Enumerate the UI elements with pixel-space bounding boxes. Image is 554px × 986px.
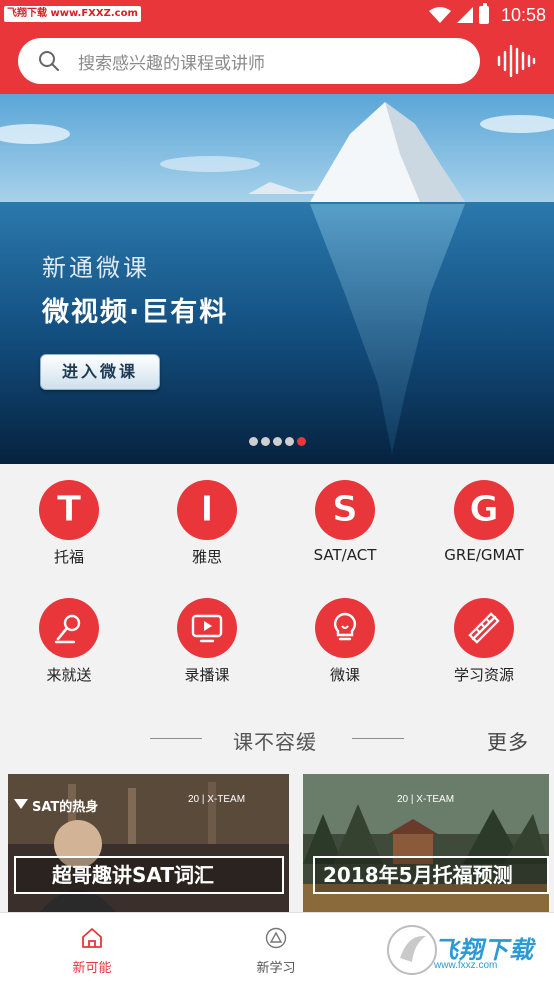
category-microcourse[interactable]: 微课: [285, 582, 405, 684]
gre-icon: G: [454, 480, 514, 540]
nav-label: 新可能: [72, 961, 112, 976]
category-gre-gmat[interactable]: G GRE/GMAT: [424, 464, 544, 564]
banner-title: 微视频·巨有料: [42, 297, 229, 328]
site-badge: 飞翔下载 www.FXXZ.com: [4, 6, 141, 22]
lightbulb-icon: [333, 612, 357, 641]
category-recorded[interactable]: 录播课: [147, 582, 267, 684]
course-card[interactable]: SAT的热身 20 | X-TEAM 超哥趣讲SAT词汇: [8, 774, 289, 914]
watermark-url: www.fxxz.com: [434, 960, 498, 971]
app-header: 飞翔下载 www.FXXZ.com 10:58 搜索感兴趣的课程或讲师: [0, 0, 554, 94]
category-grid: T 托福 I 雅思 S SAT/ACT G GRE/GMAT 来就送 录播课 微…: [0, 464, 554, 704]
course-title: 超哥趣讲SAT词汇: [14, 856, 284, 894]
carousel-dot[interactable]: [249, 437, 258, 446]
section-title: 课不容缓: [233, 730, 317, 754]
status-bar: 飞翔下载 www.FXXZ.com 10:58: [0, 0, 554, 32]
carousel-dot[interactable]: [261, 437, 270, 446]
battery-icon: [478, 3, 489, 24]
category-label: 录播课: [184, 666, 230, 684]
status-icons: 10:58: [428, 3, 546, 26]
category-ielts[interactable]: I 雅思: [147, 464, 267, 566]
more-link[interactable]: 更多: [487, 726, 529, 755]
divider: [150, 738, 202, 739]
nav-label: 新学习: [256, 961, 296, 976]
promo-banner[interactable]: 新通微课 微视频·巨有料 进入微课: [0, 94, 554, 464]
category-free-gift[interactable]: 来就送: [9, 582, 129, 684]
triangle-icon: [265, 927, 287, 949]
category-sat-act[interactable]: S SAT/ACT: [285, 464, 405, 564]
carousel-indicator[interactable]: [249, 437, 306, 446]
section-header: 课不容缓 更多: [0, 718, 554, 758]
toefl-icon: T: [39, 480, 99, 540]
category-label: GRE/GMAT: [444, 546, 524, 564]
course-logo: 20 | X-TEAM: [188, 794, 246, 805]
video-play-icon: [191, 614, 223, 643]
signal-icon: [456, 7, 473, 23]
nav-tab-learning[interactable]: 新学习: [216, 913, 336, 986]
nav-tab-home[interactable]: 新可能: [32, 913, 152, 986]
sat-icon: S: [315, 480, 375, 540]
banner-subtitle: 新通微课: [42, 254, 150, 282]
category-label: SAT/ACT: [313, 546, 377, 564]
category-label: 微课: [329, 666, 360, 684]
search-placeholder: 搜索感兴趣的课程或讲师: [78, 53, 265, 74]
category-label: 来就送: [46, 666, 92, 684]
pencil-ruler-icon: [468, 612, 500, 644]
wifi-icon: [428, 7, 451, 23]
category-toefl[interactable]: T 托福: [9, 464, 129, 566]
category-label: 托福: [53, 548, 84, 566]
course-title: 2018年5月托福预测: [313, 856, 549, 894]
carousel-dot-active[interactable]: [297, 437, 306, 446]
enter-microcourse-button[interactable]: 进入微课: [40, 354, 160, 390]
carousel-dot[interactable]: [273, 437, 282, 446]
triangle-marker-icon: [14, 799, 28, 809]
category-label: 学习资源: [453, 666, 514, 684]
search-input[interactable]: 搜索感兴趣的课程或讲师: [18, 38, 480, 84]
course-tag: SAT的热身: [32, 800, 99, 815]
home-icon: [82, 928, 102, 948]
course-card[interactable]: 20 | X-TEAM 2018年5月托福预测: [303, 774, 549, 914]
ielts-icon: I: [177, 480, 237, 540]
category-label: 雅思: [191, 548, 222, 566]
divider: [352, 738, 404, 739]
search-icon: [39, 51, 59, 71]
status-time: 10:58: [500, 4, 546, 25]
microphone-icon: [54, 614, 81, 644]
voice-wave-icon[interactable]: [496, 44, 536, 78]
category-resources[interactable]: 学习资源: [424, 582, 544, 684]
carousel-dot[interactable]: [285, 437, 294, 446]
course-logo: 20 | X-TEAM: [397, 794, 455, 805]
